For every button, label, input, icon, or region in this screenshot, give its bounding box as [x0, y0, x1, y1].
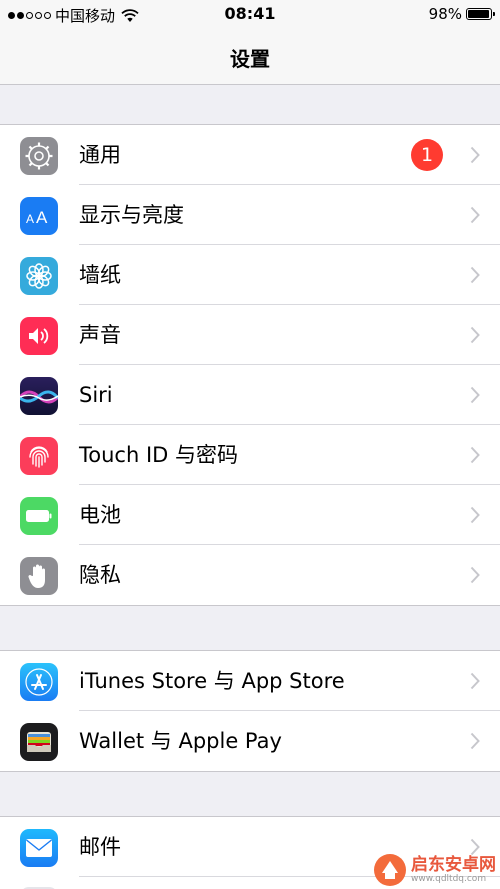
settings-row-wallet-apple-pay[interactable]: Wallet 与 Apple Pay [0, 711, 500, 771]
chevron-right-icon [470, 672, 480, 690]
settings-row-label: Wallet 与 Apple Pay [79, 729, 282, 753]
settings-row-sounds[interactable]: 声音 [0, 305, 500, 365]
watermark-sub: www.qdltdq.com [411, 874, 487, 884]
settings-group-stores: iTunes Store 与 App Store Wallet 与 Apple … [0, 650, 500, 772]
chevron-right-icon [470, 506, 480, 524]
settings-row-label: 邮件 [79, 835, 121, 859]
settings-group-general: 通用 1 A A 显示与亮度 墙纸 声音 Siri Touch ID 与密码 电… [0, 124, 500, 606]
chevron-right-icon [470, 732, 480, 750]
settings-row-siri[interactable]: Siri [0, 365, 500, 425]
settings-row-label: 显示与亮度 [79, 203, 184, 227]
settings-row-battery[interactable]: 电池 [0, 485, 500, 545]
fingerprint-icon [20, 437, 58, 475]
settings-row-touch-id[interactable]: Touch ID 与密码 [0, 425, 500, 485]
battery-percent: 98% [428, 5, 462, 23]
navigation-bar: 设置 [0, 30, 500, 85]
watermark-main: 启东安卓网 [411, 855, 496, 875]
speaker-icon [20, 317, 58, 355]
chevron-right-icon [470, 206, 480, 224]
settings-row-label: 隐私 [79, 563, 121, 587]
settings-row-itunes-app-store[interactable]: iTunes Store 与 App Store [0, 651, 500, 711]
chevron-right-icon [470, 266, 480, 284]
settings-row-label: 声音 [79, 323, 121, 347]
status-time: 08:41 [224, 4, 276, 23]
settings-row-label: 墙纸 [79, 263, 121, 287]
settings-row-label: iTunes Store 与 App Store [79, 669, 345, 693]
status-right: 98% [428, 5, 495, 23]
status-bar: 中国移动 08:41 98% [0, 0, 500, 30]
display-brightness-icon: A A [20, 197, 58, 235]
page-title: 设置 [230, 46, 270, 71]
wallpaper-flower-icon [20, 257, 58, 295]
settings-row-label: Touch ID 与密码 [79, 443, 238, 467]
chevron-right-icon [470, 446, 480, 464]
settings-screen: 中国移动 08:41 98% 设置 通用 1 A A 显示与亮度 墙纸 声音 S… [0, 0, 500, 889]
settings-row-label: 通用 [79, 143, 121, 167]
hand-icon [20, 557, 58, 595]
watermark: 启东安卓网 www.qdltdq.com [373, 853, 496, 887]
svg-text:A: A [36, 208, 48, 226]
chevron-right-icon [470, 386, 480, 404]
battery-status-icon [466, 8, 495, 20]
settings-row-wallpaper[interactable]: 墙纸 [0, 245, 500, 305]
siri-icon [20, 377, 58, 415]
app-store-icon [20, 663, 58, 701]
battery-fill [468, 10, 489, 18]
wallet-icon [20, 723, 58, 761]
gear-icon [20, 137, 58, 175]
battery-icon [20, 497, 58, 535]
watermark-text: 启东安卓网 www.qdltdq.com [411, 856, 496, 884]
settings-row-privacy[interactable]: 隐私 [0, 545, 500, 605]
mail-icon [20, 829, 58, 867]
settings-row-general[interactable]: 通用 1 [0, 125, 500, 185]
svg-text:A: A [26, 212, 34, 226]
settings-row-label: 电池 [79, 503, 121, 527]
chevron-right-icon [470, 566, 480, 584]
watermark-logo-icon [374, 854, 406, 886]
notification-badge: 1 [411, 139, 443, 171]
settings-row-display[interactable]: A A 显示与亮度 [0, 185, 500, 245]
settings-row-label: Siri [79, 383, 113, 407]
chevron-right-icon [470, 326, 480, 344]
chevron-right-icon [470, 146, 480, 164]
